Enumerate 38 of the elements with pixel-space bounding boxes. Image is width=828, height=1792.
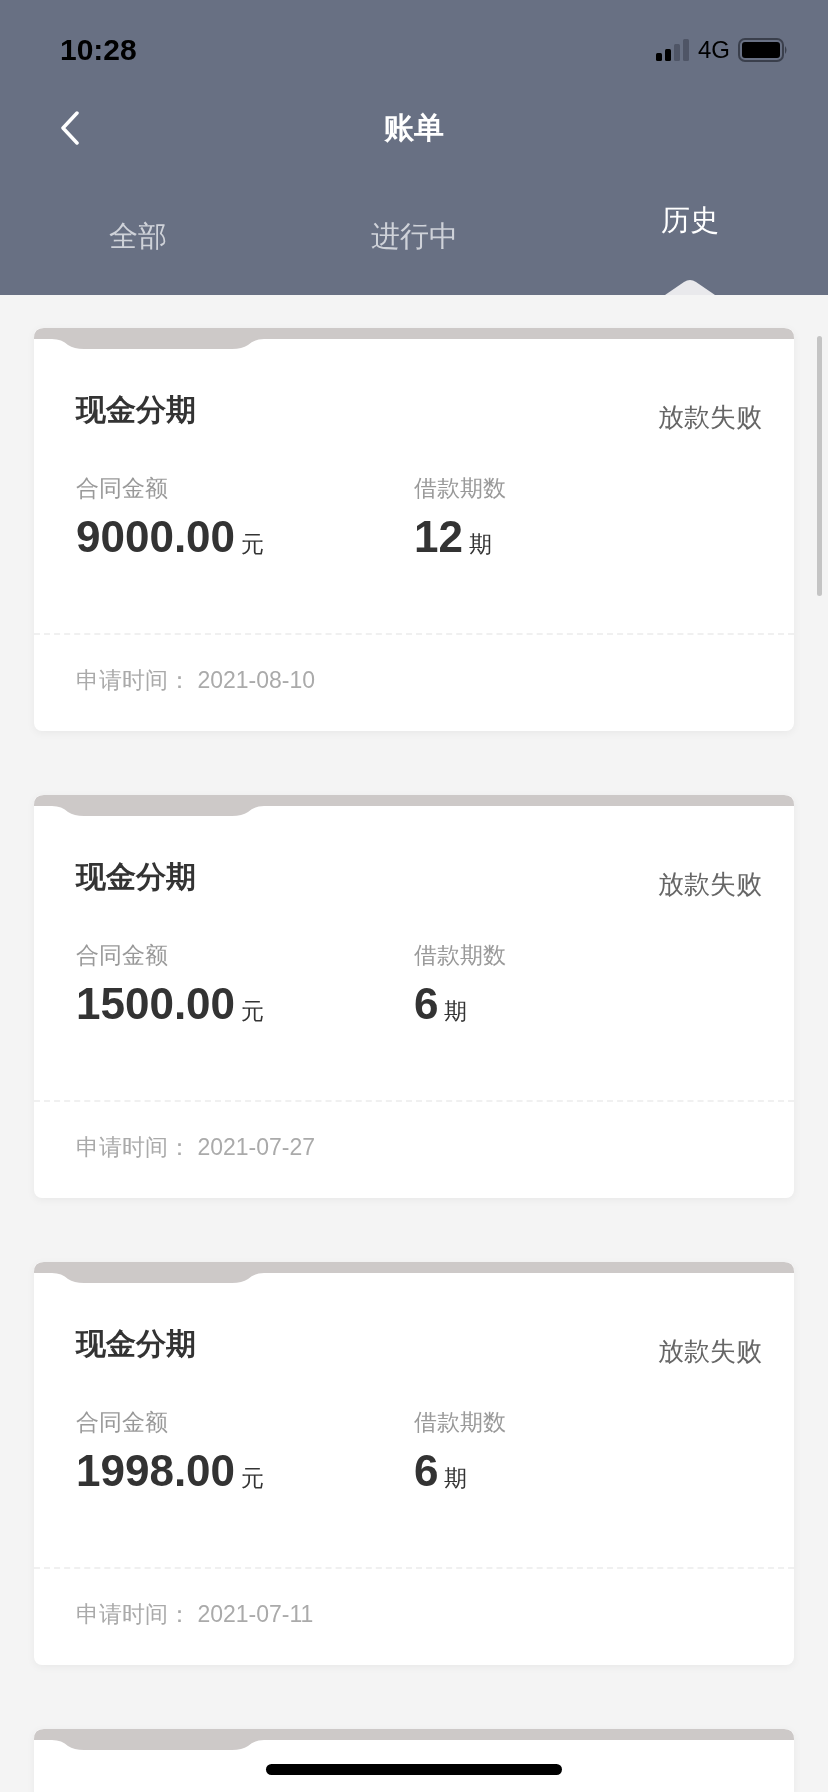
bill-title: 现金分期 [76, 859, 196, 895]
apply-date: 申请时间： 2021-07-27 [76, 1134, 316, 1160]
tab[interactable]: 历史 [661, 201, 719, 241]
bill-status: 放款失败 [658, 1335, 762, 1368]
amount-unit: 元 [241, 997, 265, 1026]
term-unit: 期 [468, 530, 492, 559]
bill-status: 放款失败 [658, 401, 762, 434]
term-value: 6 [414, 1446, 439, 1496]
term-unit: 期 [444, 997, 468, 1026]
signal-icon [656, 39, 690, 61]
bill-card[interactable]: 现金分期 放款失败 合同金额 1998.00 元 借款期数 6 期 申请时间： 2021-07-11 [34, 1262, 794, 1665]
term-value: 12 [414, 512, 463, 562]
network-label: 4G [698, 36, 730, 64]
amount-value: 1998.00 [76, 1446, 236, 1496]
amount-value: 9000.00 [76, 512, 236, 562]
term-value: 6 [414, 979, 439, 1029]
amount-value: 1500.00 [76, 979, 236, 1029]
battery-icon [738, 38, 788, 62]
status-time: 10:28 [60, 33, 137, 67]
term-unit: 期 [444, 1464, 468, 1493]
amount-unit: 元 [241, 1464, 265, 1493]
amount-label: 合同金额 [76, 1408, 169, 1437]
amount-unit: 元 [241, 530, 265, 559]
apply-date: 申请时间： 2021-08-10 [76, 667, 316, 693]
page-title: 账单 [384, 109, 444, 146]
bill-card[interactable]: 现金分期 放款失败 合同金额 1500.00 元 借款期数 6 期 申请时间： 2021-07-27 [34, 795, 794, 1198]
term-label: 借款期数 [414, 474, 507, 503]
term-label: 借款期数 [414, 1408, 507, 1437]
bill-status: 放款失败 [658, 868, 762, 901]
term-label: 借款期数 [414, 941, 507, 970]
bill-title: 现金分期 [76, 392, 196, 428]
tab-pointer-icon [665, 279, 715, 295]
amount-label: 合同金额 [76, 941, 169, 970]
back-icon[interactable] [60, 111, 80, 145]
bill-card[interactable]: 现金分期 放款失败 合同金额 9000.00 元 借款期数 12 期 申请时间： 2021-08-10 [34, 328, 794, 731]
amount-label: 合同金额 [76, 474, 169, 503]
apply-date: 申请时间： 2021-07-11 [76, 1601, 314, 1627]
bill-title: 现金分期 [76, 1326, 196, 1362]
